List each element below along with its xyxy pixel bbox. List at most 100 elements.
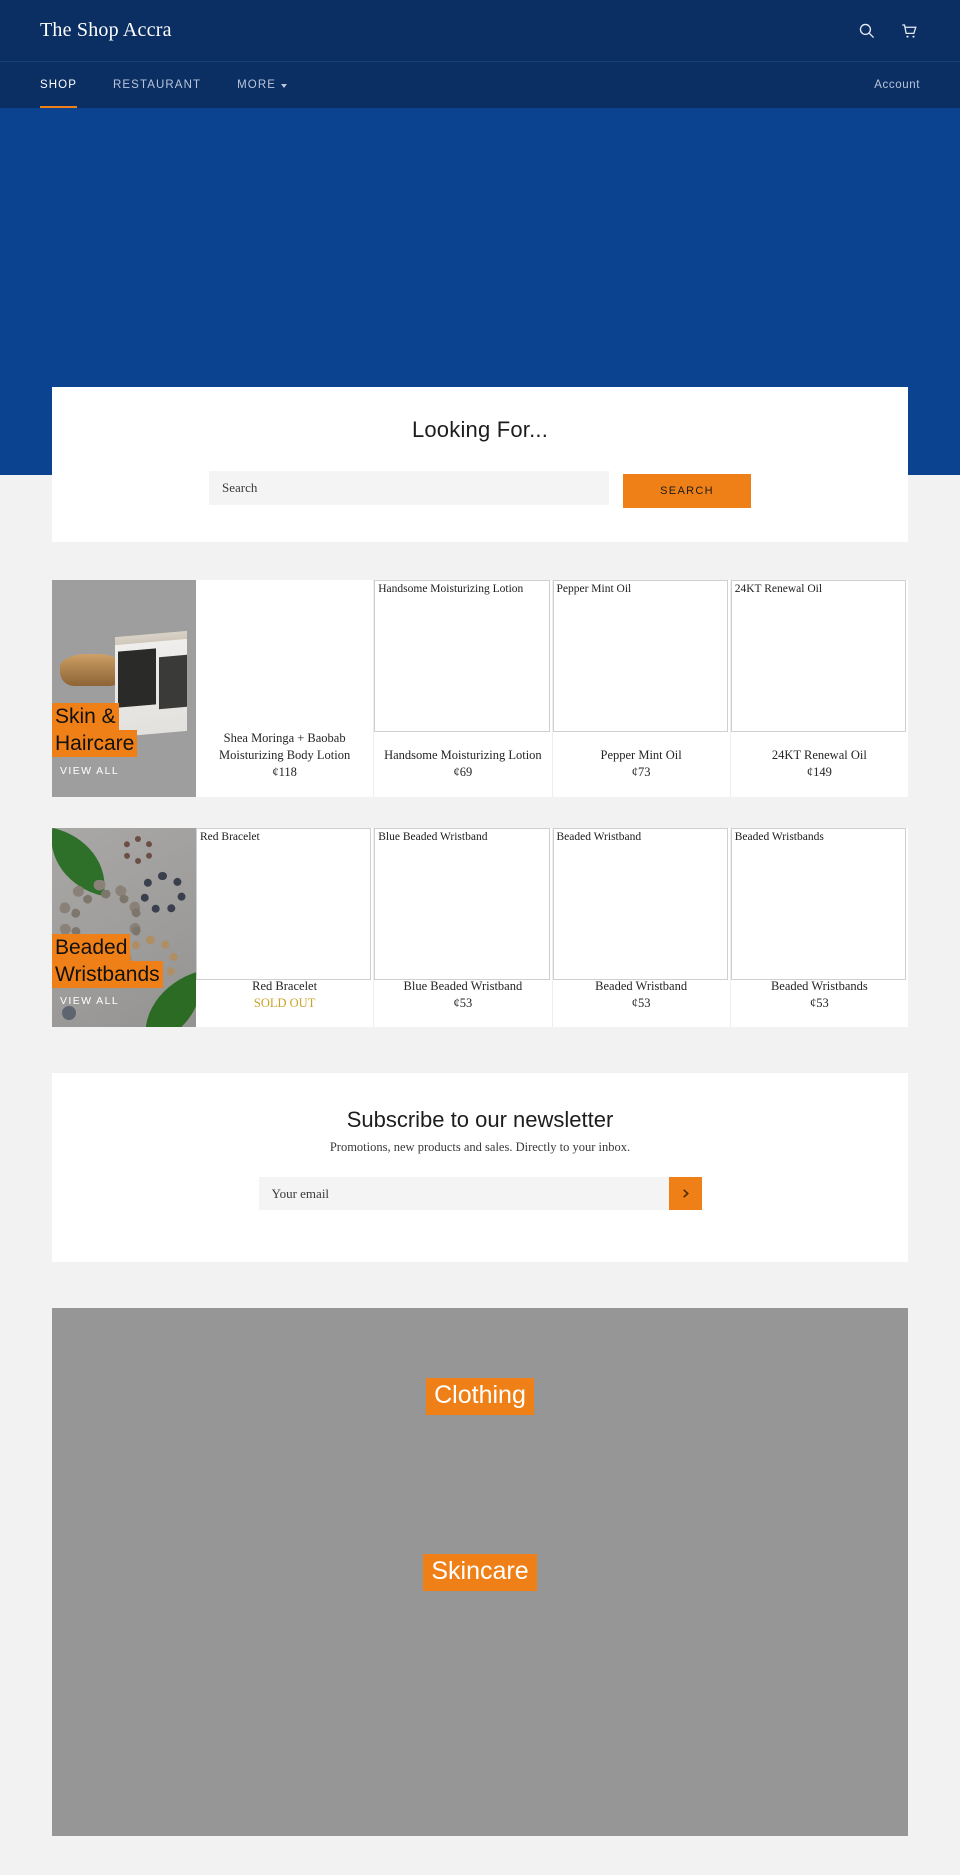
nav-item-more-label: MORE [237, 79, 277, 91]
search-form: SEARCH [52, 471, 908, 508]
product-image-alt: Beaded Wristbands [730, 827, 906, 980]
spacer [0, 1262, 960, 1309]
spacer [0, 796, 960, 828]
collection-title-line-1: Beaded [52, 933, 131, 961]
product-price: ¢118 [272, 764, 297, 779]
product-card[interactable]: Beaded Wristbands Beaded Wristbands ¢53 [729, 827, 908, 1028]
collection-tile-overlay: Beaded Wristbands VIEW ALL [52, 828, 196, 1028]
product-name: Shea Moringa + Baobab Moisturizing Body … [219, 731, 351, 762]
product-image: Red Bracelet [196, 827, 373, 980]
product-image-alt: Handsome Moisturizing Lotion [374, 580, 550, 732]
product-card[interactable]: 24KT Renewal Oil 24KT Renewal Oil ¢149 [729, 580, 908, 797]
view-all-skin-haircare[interactable]: VIEW ALL [52, 765, 196, 777]
brand-logo[interactable]: The Shop Accra [40, 19, 172, 42]
main-nav: SHOP RESTAURANT MORE Account [0, 61, 960, 109]
cart-icon[interactable] [898, 20, 920, 42]
product-info: Shea Moringa + Baobab Moisturizing Body … [196, 730, 373, 781]
product-image-alt: 24KT Renewal Oil [730, 580, 906, 732]
product-info: Beaded Wristband ¢53 [553, 978, 730, 1012]
product-image: Handsome Moisturizing Lotion [374, 580, 551, 747]
nav-item-more[interactable]: MORE [237, 62, 306, 109]
product-image: 24KT Renewal Oil [730, 580, 908, 747]
product-card[interactable]: Shea Moringa + Baobab Moisturizing Body … [196, 580, 374, 797]
product-image-alt [196, 580, 372, 732]
nav-item-restaurant-label: RESTAURANT [113, 79, 202, 91]
product-name: Pepper Mint Oil [600, 747, 682, 762]
product-card[interactable]: Handsome Moisturizing Lotion Handsome Mo… [373, 580, 552, 797]
product-name: Beaded Wristbands [770, 978, 868, 993]
category-label-clothing: Clothing [426, 1378, 534, 1415]
collection-title-line-1: Skin & [52, 702, 119, 730]
collection-title-beaded-wristbands: Beaded Wristbands [52, 933, 184, 989]
collection-title-skin-haircare: Skin & Haircare [52, 702, 184, 758]
collection-row-skin-haircare: Skin & Haircare VIEW ALL Shea Moringa + … [52, 580, 908, 797]
product-info: 24KT Renewal Oil ¢149 [731, 747, 908, 781]
account-link[interactable]: Account [874, 79, 920, 91]
search-button[interactable]: SEARCH [623, 474, 751, 508]
product-image: Beaded Wristbands [730, 827, 908, 980]
email-field[interactable] [258, 1177, 669, 1211]
search-section: Looking For... SEARCH [52, 387, 908, 542]
product-list-beaded-wristbands: Red Bracelet Red Bracelet SOLD OUT Blue … [196, 827, 908, 1028]
nav-item-shop-label: SHOP [40, 79, 77, 91]
view-all-beaded-wristbands[interactable]: VIEW ALL [52, 995, 196, 1007]
product-price: ¢69 [453, 764, 473, 779]
nav-item-shop[interactable]: SHOP [40, 62, 96, 109]
product-name: Red Bracelet [252, 978, 318, 993]
product-name: Blue Beaded Wristband [403, 978, 523, 993]
newsletter-wrap: Subscribe to our newsletter Promotions, … [0, 1073, 960, 1263]
product-image [196, 580, 373, 732]
product-name: 24KT Renewal Oil [771, 747, 867, 762]
newsletter-submit-button[interactable] [668, 1177, 702, 1211]
product-card[interactable]: Red Bracelet Red Bracelet SOLD OUT [196, 827, 374, 1028]
product-price: ¢149 [806, 764, 832, 779]
product-price: ¢53 [631, 995, 651, 1010]
nav-item-restaurant[interactable]: RESTAURANT [113, 62, 220, 109]
product-price: ¢53 [453, 995, 473, 1010]
search-section-wrap: Looking For... SEARCH [0, 387, 960, 542]
product-image: Pepper Mint Oil [552, 580, 730, 747]
product-price: SOLD OUT [253, 995, 316, 1010]
newsletter-subtitle: Promotions, new products and sales. Dire… [329, 1140, 631, 1155]
collection-tile-overlay: Skin & Haircare VIEW ALL [52, 580, 196, 797]
collection-title-line-2: Wristbands [52, 960, 163, 988]
newsletter-section: Subscribe to our newsletter Promotions, … [52, 1073, 908, 1263]
product-list-skin-haircare: Shea Moringa + Baobab Moisturizing Body … [196, 580, 908, 797]
header-icons [855, 20, 920, 42]
category-block-filler [52, 1660, 908, 1837]
collection-row-beaded-wristbands: Beaded Wristbands VIEW ALL Red Bracelet … [52, 827, 908, 1028]
category-label-skincare: Skincare [423, 1554, 537, 1591]
product-image-alt: Red Bracelet [196, 827, 372, 980]
product-card[interactable]: Beaded Wristband Beaded Wristband ¢53 [551, 827, 730, 1028]
newsletter-form [52, 1177, 908, 1211]
product-image: Beaded Wristband [552, 827, 730, 980]
product-image-alt: Blue Beaded Wristband [374, 827, 550, 980]
categories-wrap: Clothing Skincare [0, 1308, 960, 1837]
search-input[interactable] [209, 471, 609, 505]
search-section-title: Looking For... [411, 417, 549, 442]
search-icon[interactable] [855, 20, 877, 42]
header-inner: The Shop Accra [0, 0, 960, 61]
newsletter-title: Subscribe to our newsletter [346, 1107, 614, 1133]
product-image-alt: Pepper Mint Oil [552, 580, 728, 732]
site-header: The Shop Accra [0, 0, 960, 61]
spacer [0, 1027, 960, 1074]
category-block-clothing[interactable]: Clothing [52, 1308, 908, 1485]
category-block-skincare[interactable]: Skincare [52, 1484, 908, 1661]
product-card[interactable]: Blue Beaded Wristband Blue Beaded Wristb… [373, 827, 552, 1028]
product-info: Red Bracelet SOLD OUT [196, 978, 373, 1012]
product-price: ¢73 [631, 764, 651, 779]
product-info: Handsome Moisturizing Lotion ¢69 [374, 747, 551, 781]
nav-links: SHOP RESTAURANT MORE [40, 62, 306, 109]
product-info: Pepper Mint Oil ¢73 [553, 747, 730, 781]
collection-tile-skin-haircare[interactable]: Skin & Haircare VIEW ALL [52, 580, 196, 797]
product-name: Beaded Wristband [595, 978, 688, 993]
product-info: Beaded Wristbands ¢53 [731, 978, 908, 1012]
chevron-down-icon [281, 84, 288, 88]
collection-tile-beaded-wristbands[interactable]: Beaded Wristbands VIEW ALL [52, 827, 196, 1028]
product-info: Blue Beaded Wristband ¢53 [374, 978, 551, 1012]
chevron-right-icon [682, 1189, 689, 1199]
product-name: Handsome Moisturizing Lotion [384, 747, 542, 762]
product-price: ¢53 [810, 995, 829, 1010]
product-card[interactable]: Pepper Mint Oil Pepper Mint Oil ¢73 [551, 580, 730, 797]
